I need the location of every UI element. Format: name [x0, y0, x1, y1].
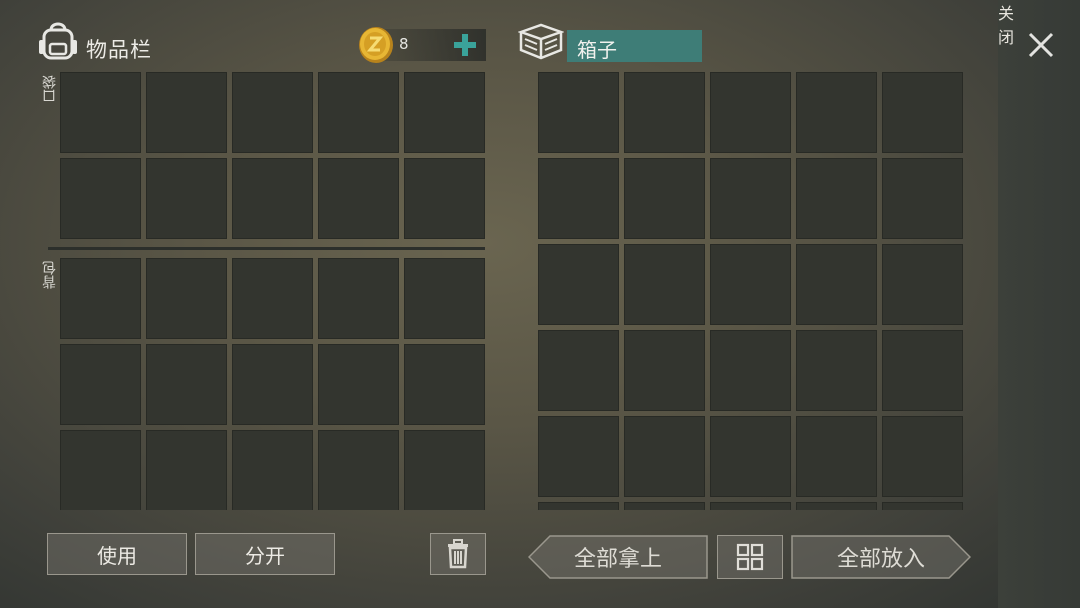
backpack-grid [60, 258, 486, 510]
backpack-label: 背包 [42, 261, 58, 289]
container-slot[interactable] [796, 416, 877, 497]
backpack-slot[interactable] [232, 344, 313, 425]
split-button[interactable]: 分开 [195, 533, 335, 575]
backpack-slot[interactable] [318, 430, 399, 510]
pocket-grid [60, 72, 486, 239]
container-slot[interactable] [710, 158, 791, 239]
container-slot[interactable] [796, 158, 877, 239]
put-all-label: 全部放入 [836, 547, 925, 572]
box-icon [518, 23, 564, 60]
pocket-slot[interactable] [232, 72, 313, 153]
pocket-slot[interactable] [60, 158, 141, 239]
pocket-label: 口袋 [42, 75, 58, 103]
container-slot[interactable] [882, 244, 963, 325]
container-slot[interactable] [882, 416, 963, 497]
pocket-slot[interactable] [232, 158, 313, 239]
sort-button[interactable] [717, 535, 783, 579]
container-name: 箱子 [577, 38, 617, 62]
container-slot[interactable] [796, 72, 877, 153]
backpack-slot[interactable] [60, 344, 141, 425]
container-slot[interactable] [624, 502, 705, 510]
container-slot[interactable] [882, 72, 963, 153]
pocket-slot[interactable] [146, 158, 227, 239]
backpack-slot[interactable] [232, 430, 313, 510]
close-icon[interactable] [1026, 30, 1056, 60]
side-panel [998, 0, 1080, 608]
backpack-slot[interactable] [146, 430, 227, 510]
container-slot[interactable] [538, 158, 619, 239]
container-slot[interactable] [710, 502, 791, 510]
backpack-slot[interactable] [404, 344, 485, 425]
container-slot[interactable] [710, 244, 791, 325]
container-slot[interactable] [538, 416, 619, 497]
backpack-slot[interactable] [404, 258, 485, 339]
backpack-icon [39, 22, 77, 60]
backpack-slot[interactable] [146, 344, 227, 425]
backpack-slot[interactable] [146, 258, 227, 339]
backpack-slot[interactable] [232, 258, 313, 339]
backpack-slot[interactable] [60, 258, 141, 339]
section-divider [48, 247, 485, 250]
container-slot[interactable] [710, 330, 791, 411]
container-slot[interactable] [538, 244, 619, 325]
trash-button[interactable] [430, 533, 486, 575]
container-slot[interactable] [624, 330, 705, 411]
container-slot[interactable] [624, 158, 705, 239]
container-slot[interactable] [796, 502, 877, 510]
take-all-label: 全部拿上 [573, 547, 662, 572]
put-all-button[interactable]: 全部放入 [791, 535, 971, 579]
container-slot[interactable] [624, 72, 705, 153]
pocket-slot[interactable] [146, 72, 227, 153]
take-all-button[interactable]: 全部拿上 [528, 535, 708, 579]
container-grid [538, 72, 964, 510]
coin-icon [359, 27, 393, 63]
container-slot[interactable] [624, 416, 705, 497]
pocket-slot[interactable] [60, 72, 141, 153]
backpack-slot[interactable] [318, 344, 399, 425]
inventory-title: 物品栏 [86, 38, 152, 62]
container-slot[interactable] [882, 502, 963, 510]
pocket-slot[interactable] [404, 72, 485, 153]
container-slot[interactable] [538, 330, 619, 411]
container-slot[interactable] [882, 330, 963, 411]
plus-icon[interactable] [450, 30, 480, 60]
container-slot[interactable] [710, 72, 791, 153]
backpack-slot[interactable] [404, 430, 485, 510]
close-label[interactable]: 关闭 [998, 0, 1018, 48]
container-slot[interactable] [882, 158, 963, 239]
backpack-slot[interactable] [60, 430, 141, 510]
coin-count: 8 [399, 35, 409, 53]
backpack-slot[interactable] [318, 258, 399, 339]
pocket-slot[interactable] [318, 72, 399, 153]
trash-icon [448, 539, 468, 569]
container-slot[interactable] [796, 330, 877, 411]
pocket-slot[interactable] [404, 158, 485, 239]
pocket-slot[interactable] [318, 158, 399, 239]
container-slot[interactable] [710, 416, 791, 497]
container-slot[interactable] [538, 502, 619, 510]
container-slot[interactable] [538, 72, 619, 153]
sort-grid-icon [736, 543, 764, 571]
container-slot[interactable] [796, 244, 877, 325]
use-button[interactable]: 使用 [47, 533, 187, 575]
container-slot[interactable] [624, 244, 705, 325]
